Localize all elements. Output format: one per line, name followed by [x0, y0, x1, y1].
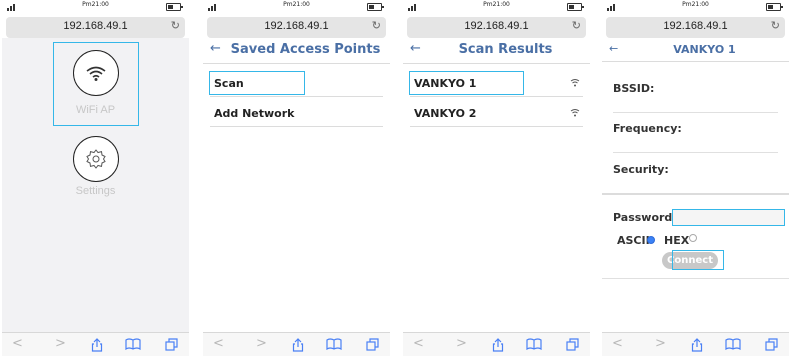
back-nav-button[interactable]: <: [413, 337, 424, 350]
page-title: VANKYO 1: [673, 43, 736, 56]
bookmarks-icon[interactable]: [725, 338, 741, 350]
back-nav-button[interactable]: <: [12, 337, 23, 350]
browser-toolbar: < >: [403, 332, 590, 356]
wifi-signal-icon: [570, 79, 580, 87]
hex-radio[interactable]: [689, 234, 697, 242]
browser-toolbar: < >: [602, 332, 789, 356]
divider: [602, 193, 789, 195]
list-item-add-network[interactable]: Add Network: [210, 102, 383, 127]
gear-icon: [86, 149, 106, 169]
address-bar[interactable]: 192.168.49.1 ↻: [6, 17, 185, 38]
vankyo-1-highlight[interactable]: [409, 71, 524, 95]
forward-nav-button[interactable]: >: [456, 337, 467, 350]
url-text: 192.168.49.1: [663, 20, 728, 32]
nav-header: ← Saved Access Points: [203, 38, 390, 64]
url-text: 192.168.49.1: [63, 20, 128, 32]
share-icon[interactable]: [91, 338, 103, 352]
reload-icon[interactable]: ↻: [771, 19, 780, 32]
frequency-label: Frequency:: [613, 122, 682, 135]
share-icon[interactable]: [492, 338, 504, 352]
address-bar[interactable]: 192.168.49.1 ↻: [207, 17, 386, 38]
forward-nav-button[interactable]: >: [655, 337, 666, 350]
scan-content: ← Scan Results VANKYO 1 VANKYO 2: [403, 38, 590, 333]
wifi-signal-icon: [570, 109, 580, 117]
battery-icon: [766, 3, 783, 11]
settings-label: Settings: [75, 185, 116, 197]
status-bar: Pm21:00: [203, 0, 390, 14]
network-row-vankyo-2[interactable]: VANKYO 2: [410, 102, 583, 127]
ascii-label: ASCII: [617, 234, 650, 247]
status-time: Pm21:00: [82, 1, 109, 8]
wifi-ap-label: WiFi AP: [75, 104, 116, 116]
url-text: 192.168.49.1: [264, 20, 329, 32]
phone-saved: Pm21:00 192.168.49.1 ↻ ← Saved Access Po…: [203, 0, 390, 356]
back-nav-button[interactable]: <: [612, 337, 623, 350]
battery-icon: [367, 3, 384, 11]
browser-toolbar: < >: [2, 332, 189, 356]
back-arrow-icon[interactable]: ←: [410, 41, 421, 56]
status-bar: Pm21:00: [403, 0, 590, 14]
divider: [602, 278, 789, 279]
url-text: 192.168.49.1: [464, 20, 529, 32]
back-nav-button[interactable]: <: [213, 337, 224, 350]
reload-icon[interactable]: ↻: [171, 19, 180, 32]
scan-highlight[interactable]: [209, 71, 305, 95]
phone-detail: Pm21:00 192.168.49.1 ↻ ← VANKYO 1 BSSID:…: [602, 0, 789, 356]
page-title: Saved Access Points: [230, 42, 381, 57]
battery-icon: [166, 3, 183, 11]
bssid-label: BSSID:: [613, 82, 655, 95]
security-label: Security:: [613, 163, 669, 176]
address-bar[interactable]: 192.168.49.1 ↻: [407, 17, 586, 38]
status-bar: Pm21:00: [602, 0, 789, 14]
reload-icon[interactable]: ↻: [372, 19, 381, 32]
home-content: WiFi AP Settings: [2, 38, 189, 333]
address-bar[interactable]: 192.168.49.1 ↻: [606, 17, 785, 38]
divider: [613, 112, 778, 113]
forward-nav-button[interactable]: >: [256, 337, 267, 350]
network-name: VANKYO 2: [414, 107, 477, 120]
tabs-icon[interactable]: [765, 338, 778, 351]
settings-button[interactable]: [73, 136, 119, 182]
status-time: Pm21:00: [682, 1, 709, 8]
back-arrow-icon[interactable]: ←: [609, 42, 618, 55]
ascii-radio[interactable]: [647, 236, 655, 244]
battery-icon: [567, 3, 584, 11]
share-icon[interactable]: [691, 338, 703, 352]
saved-content: ← Saved Access Points Scan Add Network: [203, 38, 390, 333]
hex-label: HEX: [664, 234, 690, 247]
connect-highlight[interactable]: [672, 250, 724, 270]
password-input[interactable]: [672, 209, 785, 226]
wifi-ap-button[interactable]: [73, 50, 119, 96]
list-item-label: Add Network: [214, 107, 295, 120]
share-icon[interactable]: [292, 338, 304, 352]
nav-header: ← VANKYO 1: [602, 38, 789, 62]
bookmarks-icon[interactable]: [326, 338, 342, 350]
status-time: Pm21:00: [283, 1, 310, 8]
tabs-icon[interactable]: [165, 338, 178, 351]
page-title: Scan Results: [458, 42, 553, 57]
phone-scan: Pm21:00 192.168.49.1 ↻ ← Scan Results VA…: [403, 0, 590, 356]
back-arrow-icon[interactable]: ←: [210, 41, 221, 56]
tabs-icon[interactable]: [566, 338, 579, 351]
nav-header: ← Scan Results: [403, 38, 590, 64]
wifi-icon: [86, 66, 106, 81]
reload-icon[interactable]: ↻: [572, 19, 581, 32]
forward-nav-button[interactable]: >: [55, 337, 66, 350]
tabs-icon[interactable]: [366, 338, 379, 351]
divider: [613, 152, 778, 153]
phone-home: Pm21:00 192.168.49.1 ↻ WiFi AP Settings …: [2, 0, 189, 356]
bookmarks-icon[interactable]: [526, 338, 542, 350]
bookmarks-icon[interactable]: [125, 338, 141, 350]
password-label: Password:: [613, 211, 677, 224]
status-bar: Pm21:00: [2, 0, 189, 14]
status-time: Pm21:00: [483, 1, 510, 8]
detail-content: ← VANKYO 1 BSSID: Frequency: Security: P…: [602, 38, 789, 333]
browser-toolbar: < >: [203, 332, 390, 356]
